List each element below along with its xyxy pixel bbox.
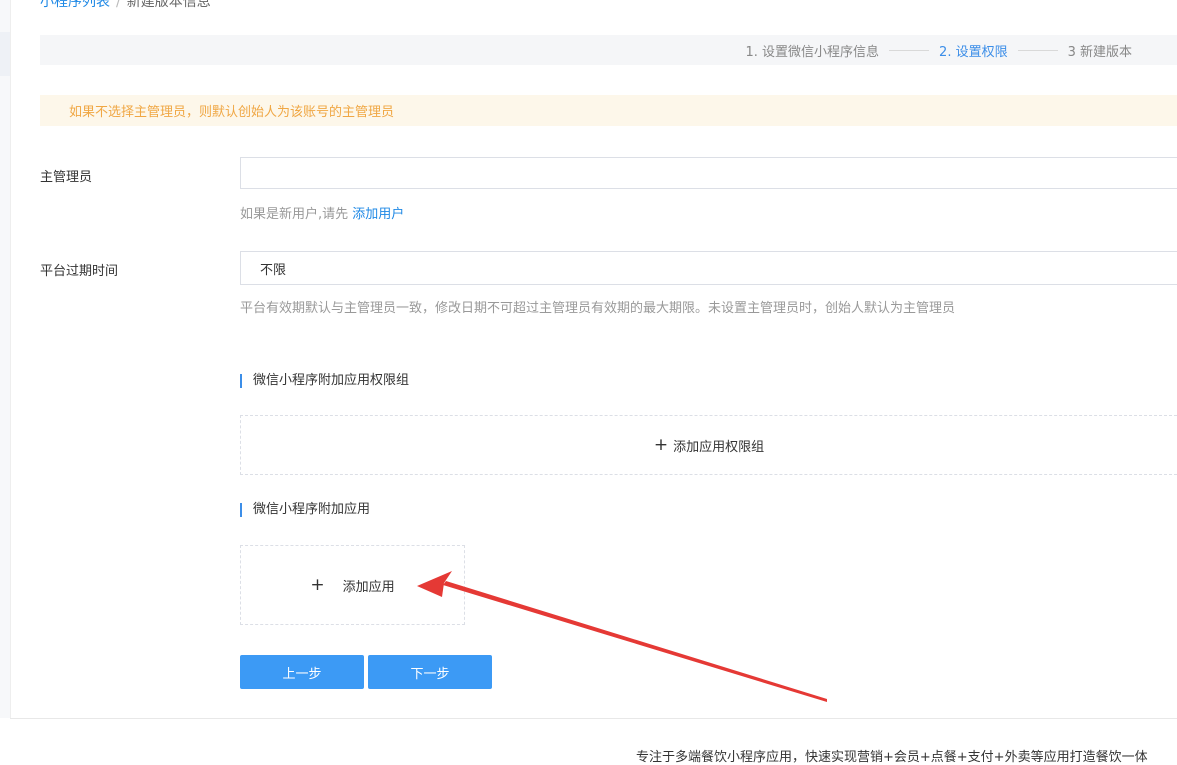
step-1: 1. 设置微信小程序信息 (745, 44, 880, 60)
step-connector (889, 49, 930, 51)
add-app-button[interactable]: + 添加应用 (240, 545, 465, 625)
expiry-help: 平台有效期默认与主管理员一致，修改日期不可超过主管理员有效期的最大期限。未设置主… (240, 301, 956, 316)
prev-step-button[interactable]: 上一步 (240, 655, 364, 689)
apps-title: 微信小程序附加应用 (240, 503, 370, 517)
breadcrumb-link-list[interactable]: 小程序列表 (40, 0, 110, 10)
add-permission-group-label: 添加应用权限组 (673, 439, 765, 455)
notice-banner: 如果不选择主管理员，则默认创始人为该账号的主管理员 (40, 95, 1177, 126)
footer-divider (10, 718, 1177, 719)
step-indicator: 1. 设置微信小程序信息 2. 设置权限 3 新建版本 (746, 35, 1133, 65)
footer-text: 专注于多端餐饮小程序应用，快速实现营销+会员+点餐+支付+外卖等应用打造餐饮一体 (636, 750, 1148, 765)
notice-text: 如果不选择主管理员，则默认创始人为该账号的主管理员 (69, 105, 395, 120)
permission-group-title: 微信小程序附加应用权限组 (240, 374, 409, 388)
admin-input[interactable] (240, 157, 1177, 189)
admin-help: 如果是新用户,请先 添加用户 (240, 203, 404, 222)
add-permission-group-button[interactable]: + 添加应用权限组 (240, 415, 1177, 475)
steps-bar: 1. 设置微信小程序信息 2. 设置权限 3 新建版本 (40, 35, 1177, 65)
step-connector (1017, 49, 1058, 51)
add-user-link[interactable]: 添加用户 (352, 207, 404, 222)
step-2-active: 2. 设置权限 (939, 44, 1008, 60)
left-sidebar-active-item[interactable] (0, 32, 10, 76)
admin-help-text: 如果是新用户,请先 (240, 207, 353, 222)
breadcrumb-separator: / (116, 0, 121, 10)
annotation-arrow-shaft (443, 581, 827, 702)
breadcrumb-current: 新建版本信息 (126, 0, 211, 10)
expiry-selected-value: 不限 (260, 262, 287, 278)
add-app-label: 添加应用 (342, 579, 395, 595)
plus-icon: + (653, 434, 669, 455)
step-3: 3 新建版本 (1067, 44, 1132, 60)
expiry-select[interactable]: 不限 (240, 251, 1177, 285)
expiry-label: 平台过期时间 (40, 264, 119, 279)
next-step-button[interactable]: 下一步 (368, 655, 492, 689)
breadcrumb: 小程序列表 / 新建版本信息 (40, 0, 211, 11)
plus-icon: + (310, 574, 325, 595)
left-sidebar-edge (0, 0, 11, 718)
admin-label: 主管理员 (40, 170, 93, 185)
